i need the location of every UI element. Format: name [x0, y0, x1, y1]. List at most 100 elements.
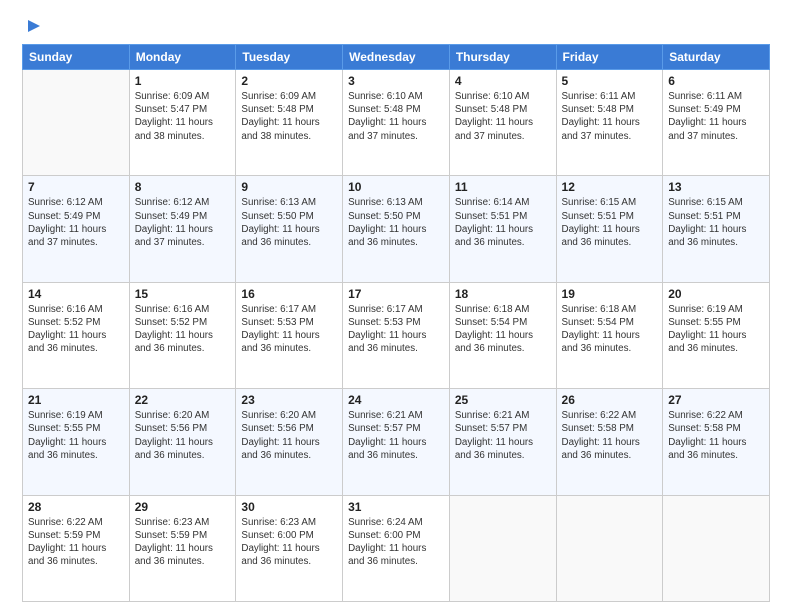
- day-info: Sunrise: 6:13 AMSunset: 5:50 PMDaylight:…: [348, 196, 444, 249]
- day-info: Sunrise: 6:18 AMSunset: 5:54 PMDaylight:…: [562, 303, 658, 356]
- sunrise-text: Sunrise: 6:11 AM: [668, 90, 764, 103]
- day-number: 5: [562, 74, 658, 88]
- calendar-header-wednesday: Wednesday: [343, 45, 450, 70]
- day-number: 31: [348, 500, 444, 514]
- daylight-text: Daylight: 11 hours and 36 minutes.: [562, 223, 658, 249]
- day-info: Sunrise: 6:09 AMSunset: 5:47 PMDaylight:…: [135, 90, 231, 143]
- sunset-text: Sunset: 5:56 PM: [241, 422, 337, 435]
- sunset-text: Sunset: 5:51 PM: [668, 210, 764, 223]
- sunset-text: Sunset: 5:48 PM: [241, 103, 337, 116]
- calendar-cell: 4Sunrise: 6:10 AMSunset: 5:48 PMDaylight…: [449, 70, 556, 176]
- day-info: Sunrise: 6:11 AMSunset: 5:49 PMDaylight:…: [668, 90, 764, 143]
- day-number: 15: [135, 287, 231, 301]
- sunset-text: Sunset: 5:58 PM: [668, 422, 764, 435]
- day-info: Sunrise: 6:19 AMSunset: 5:55 PMDaylight:…: [28, 409, 124, 462]
- sunrise-text: Sunrise: 6:10 AM: [455, 90, 551, 103]
- calendar-week-2: 14Sunrise: 6:16 AMSunset: 5:52 PMDayligh…: [23, 282, 770, 388]
- day-info: Sunrise: 6:21 AMSunset: 5:57 PMDaylight:…: [348, 409, 444, 462]
- sunrise-text: Sunrise: 6:21 AM: [455, 409, 551, 422]
- sunrise-text: Sunrise: 6:12 AM: [135, 196, 231, 209]
- day-number: 8: [135, 180, 231, 194]
- calendar-cell: 28 Sunrise: 6:22 AMSunset: 5:59 PMDayligh…: [23, 495, 130, 601]
- sunrise-text: Sunrise: 6:19 AM: [668, 303, 764, 316]
- day-number: 26: [562, 393, 658, 407]
- day-info: Sunrise: 6:16 AMSunset: 5:52 PMDaylight:…: [28, 303, 124, 356]
- daylight-text: Daylight: 11 hours and 37 minutes.: [562, 116, 658, 142]
- calendar-cell: 9 Sunrise: 6:13 AMSunset: 5:50 PMDaylight…: [236, 176, 343, 282]
- calendar-cell: 25Sunrise: 6:21 AMSunset: 5:57 PMDayligh…: [449, 389, 556, 495]
- day-number: 28: [28, 500, 124, 514]
- calendar-cell: 18Sunrise: 6:18 AMSunset: 5:54 PMDayligh…: [449, 282, 556, 388]
- daylight-text: Daylight: 11 hours and 37 minutes.: [668, 116, 764, 142]
- day-number: 14: [28, 287, 124, 301]
- sunrise-text: Sunrise: 6:22 AM: [28, 516, 124, 529]
- sunrise-text: Sunrise: 6:17 AM: [348, 303, 444, 316]
- day-info: Sunrise: 6:10 AMSunset: 5:48 PMDaylight:…: [455, 90, 551, 143]
- day-number: 23: [241, 393, 337, 407]
- sunrise-text: Sunrise: 6:20 AM: [241, 409, 337, 422]
- calendar-cell: 27Sunrise: 6:22 AMSunset: 5:58 PMDayligh…: [663, 389, 770, 495]
- day-number: 17: [348, 287, 444, 301]
- sunset-text: Sunset: 5:51 PM: [455, 210, 551, 223]
- day-info: Sunrise: 6:21 AMSunset: 5:57 PMDaylight:…: [455, 409, 551, 462]
- calendar-header-saturday: Saturday: [663, 45, 770, 70]
- day-number: 20: [668, 287, 764, 301]
- calendar-cell: 31Sunrise: 6:24 AMSunset: 6:00 PMDayligh…: [343, 495, 450, 601]
- calendar-cell: 11Sunrise: 6:14 AMSunset: 5:51 PMDayligh…: [449, 176, 556, 282]
- day-number: 21: [28, 393, 124, 407]
- calendar-cell: 8Sunrise: 6:12 AMSunset: 5:49 PMDaylight…: [129, 176, 236, 282]
- day-info: Sunrise: 6:16 AMSunset: 5:52 PMDaylight:…: [135, 303, 231, 356]
- day-info: Sunrise: 6:17 AMSunset: 5:53 PMDaylight:…: [348, 303, 444, 356]
- day-info: Sunrise: 6:22 AMSunset: 5:58 PMDaylight:…: [668, 409, 764, 462]
- calendar-cell: 17 Sunrise: 6:17 AMSunset: 5:53 PMDayligh…: [343, 282, 450, 388]
- sunrise-text: Sunrise: 6:16 AM: [135, 303, 231, 316]
- sunset-text: Sunset: 5:54 PM: [562, 316, 658, 329]
- sunset-text: Sunset: 5:48 PM: [348, 103, 444, 116]
- calendar-cell: 20Sunrise: 6:19 AMSunset: 5:55 PMDayligh…: [663, 282, 770, 388]
- calendar-cell: 22Sunrise: 6:20 AMSunset: 5:56 PMDayligh…: [129, 389, 236, 495]
- daylight-text: Daylight: 11 hours and 36 minutes.: [135, 329, 231, 355]
- day-info: Sunrise: 6:22 AMSunset: 5:58 PMDaylight:…: [562, 409, 658, 462]
- day-number: 16: [241, 287, 337, 301]
- calendar-cell: [23, 70, 130, 176]
- day-number: 1: [135, 74, 231, 88]
- sunrise-text: Sunrise: 6:24 AM: [348, 516, 444, 529]
- calendar-cell: 2Sunrise: 6:09 AMSunset: 5:48 PMDaylight…: [236, 70, 343, 176]
- logo: [22, 18, 42, 36]
- sunset-text: Sunset: 6:00 PM: [348, 529, 444, 542]
- sunrise-text: Sunrise: 6:15 AM: [562, 196, 658, 209]
- day-info: Sunrise: 6:13 AMSunset: 5:50 PMDaylight:…: [241, 196, 337, 249]
- calendar-week-3: 21 Sunrise: 6:19 AMSunset: 5:55 PMDayligh…: [23, 389, 770, 495]
- day-info: Sunrise: 6:22 AMSunset: 5:59 PMDaylight:…: [28, 516, 124, 569]
- sunrise-text: Sunrise: 6:18 AM: [455, 303, 551, 316]
- day-info: Sunrise: 6:09 AMSunset: 5:48 PMDaylight:…: [241, 90, 337, 143]
- day-number: 29: [135, 500, 231, 514]
- header: [22, 18, 770, 36]
- day-info: Sunrise: 6:11 AMSunset: 5:48 PMDaylight:…: [562, 90, 658, 143]
- daylight-text: Daylight: 11 hours and 36 minutes.: [241, 223, 337, 249]
- sunrise-text: Sunrise: 6:18 AM: [562, 303, 658, 316]
- calendar-cell: 6Sunrise: 6:11 AMSunset: 5:49 PMDaylight…: [663, 70, 770, 176]
- day-number: 19: [562, 287, 658, 301]
- sunrise-text: Sunrise: 6:19 AM: [28, 409, 124, 422]
- calendar-header-monday: Monday: [129, 45, 236, 70]
- day-info: Sunrise: 6:17 AMSunset: 5:53 PMDaylight:…: [241, 303, 337, 356]
- calendar-header-friday: Friday: [556, 45, 663, 70]
- calendar-cell: [556, 495, 663, 601]
- day-number: 10: [348, 180, 444, 194]
- sunset-text: Sunset: 5:56 PM: [135, 422, 231, 435]
- daylight-text: Daylight: 11 hours and 36 minutes.: [455, 329, 551, 355]
- sunrise-text: Sunrise: 6:09 AM: [135, 90, 231, 103]
- daylight-text: Daylight: 11 hours and 36 minutes.: [455, 223, 551, 249]
- calendar-cell: 24Sunrise: 6:21 AMSunset: 5:57 PMDayligh…: [343, 389, 450, 495]
- calendar-week-0: 1 Sunrise: 6:09 AMSunset: 5:47 PMDaylight…: [23, 70, 770, 176]
- day-number: 13: [668, 180, 764, 194]
- sunrise-text: Sunrise: 6:10 AM: [348, 90, 444, 103]
- day-number: 9: [241, 180, 337, 194]
- sunset-text: Sunset: 5:52 PM: [28, 316, 124, 329]
- sunrise-text: Sunrise: 6:17 AM: [241, 303, 337, 316]
- calendar-cell: 21 Sunrise: 6:19 AMSunset: 5:55 PMDayligh…: [23, 389, 130, 495]
- sunrise-text: Sunrise: 6:14 AM: [455, 196, 551, 209]
- daylight-text: Daylight: 11 hours and 37 minutes.: [348, 116, 444, 142]
- day-info: Sunrise: 6:10 AMSunset: 5:48 PMDaylight:…: [348, 90, 444, 143]
